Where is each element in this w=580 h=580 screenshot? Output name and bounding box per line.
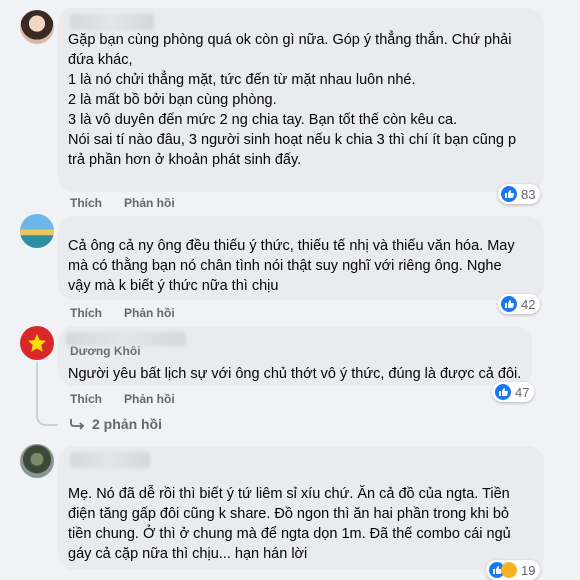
like-icon <box>501 296 517 312</box>
like-button[interactable]: Thích <box>70 392 102 406</box>
comment-text: Người yêu bất lịch sự với ông chủ thớt v… <box>68 366 522 382</box>
comment-actions: Thích Phản hồi <box>70 306 197 320</box>
star-icon <box>27 333 47 352</box>
comment-text: Mẹ. Nó đã dễ rồi thì biết ý tứ liêm sỉ x… <box>68 486 511 562</box>
reaction-count[interactable]: 47 <box>492 382 535 402</box>
reply-button[interactable]: Phản hồi <box>124 392 175 406</box>
commenter-name-redacted <box>70 14 154 30</box>
comment-bubble: Cả ông cả ny ông đều thiếu ý thức, thiếu… <box>58 216 544 300</box>
comment-text: Gặp bạn cùng phòng quá ok còn gì nữa. Gó… <box>68 32 517 168</box>
commenter-name-redacted <box>70 452 150 468</box>
comment-text: Cả ông cả ny ông đều thiếu ý thức, thiếu… <box>68 238 515 294</box>
commenter-name[interactable]: Dương Khôi <box>70 344 141 358</box>
reply-button[interactable]: Phản hồi <box>124 196 175 210</box>
like-icon <box>495 384 511 400</box>
commenter-avatar[interactable] <box>20 326 54 360</box>
commenter-avatar[interactable] <box>20 10 54 44</box>
commenter-avatar[interactable] <box>20 214 54 248</box>
reaction-count[interactable]: 83 <box>498 184 541 204</box>
like-icon <box>501 186 517 202</box>
reaction-count[interactable]: 42 <box>498 294 541 314</box>
reply-arrow-icon <box>70 419 85 430</box>
comment-bubble: Mẹ. Nó đã dễ rồi thì biết ý tứ liêm sỉ x… <box>58 446 544 570</box>
haha-icon <box>501 562 517 578</box>
comment-bubble: Dương Khôi Người yêu bất lịch sự với ông… <box>58 326 532 386</box>
reply-button[interactable]: Phản hồi <box>124 306 175 320</box>
like-button[interactable]: Thích <box>70 306 102 320</box>
comment-actions: Thích Phản hồi <box>70 196 197 210</box>
comment-actions: Thích Phản hồi <box>70 392 197 406</box>
view-replies-link[interactable]: 2 phản hồi <box>70 416 162 432</box>
reaction-count[interactable]: 19 <box>486 560 541 580</box>
like-button[interactable]: Thích <box>70 196 102 210</box>
reply-thread-line <box>36 362 58 426</box>
commenter-name-redacted <box>66 332 186 346</box>
commenter-avatar[interactable] <box>20 444 54 478</box>
comment-bubble: Gặp bạn cùng phòng quá ok còn gì nữa. Gó… <box>58 8 544 192</box>
